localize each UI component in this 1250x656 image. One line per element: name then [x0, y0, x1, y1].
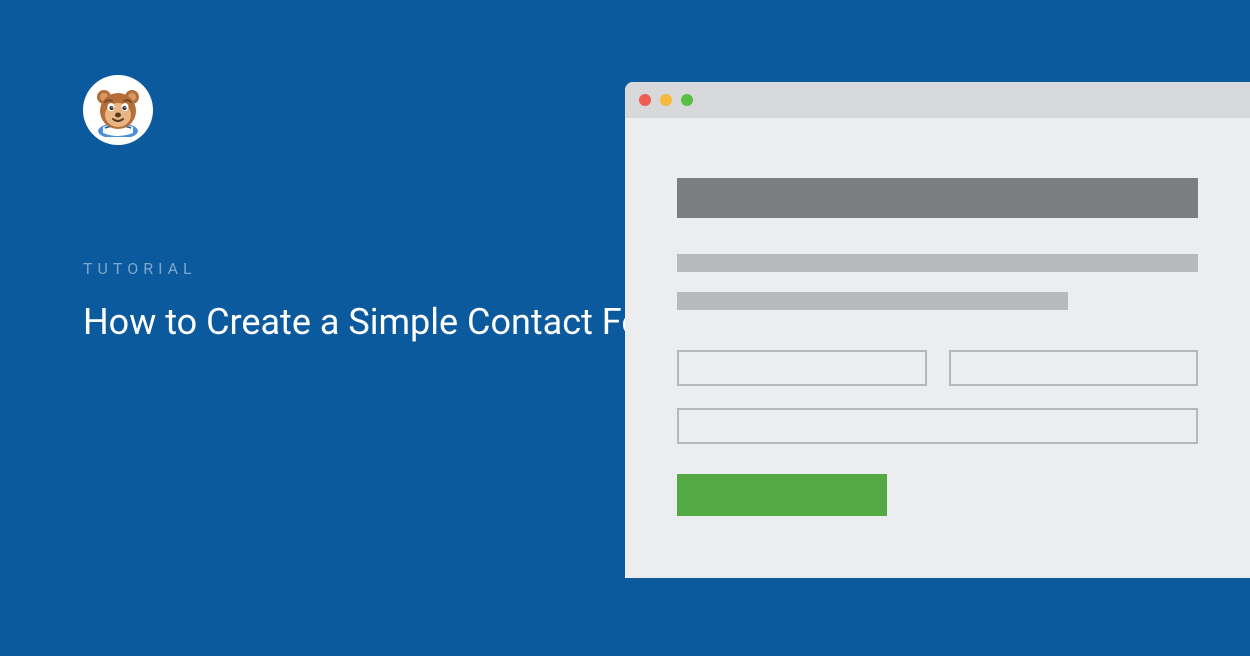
minimize-icon — [660, 94, 672, 106]
submit-button-placeholder — [677, 474, 887, 516]
input-field-right — [949, 350, 1199, 386]
input-field-full — [677, 408, 1198, 444]
text-placeholder-line2 — [677, 292, 1068, 310]
text-placeholder-line1 — [677, 254, 1198, 272]
browser-window-mockup — [625, 82, 1250, 578]
close-icon — [639, 94, 651, 106]
brand-logo — [83, 75, 153, 145]
maximize-icon — [681, 94, 693, 106]
heading-placeholder — [677, 178, 1198, 218]
input-field-left — [677, 350, 927, 386]
bear-mascot-icon — [91, 83, 145, 137]
form-mockup — [625, 118, 1250, 516]
window-titlebar — [625, 82, 1250, 118]
